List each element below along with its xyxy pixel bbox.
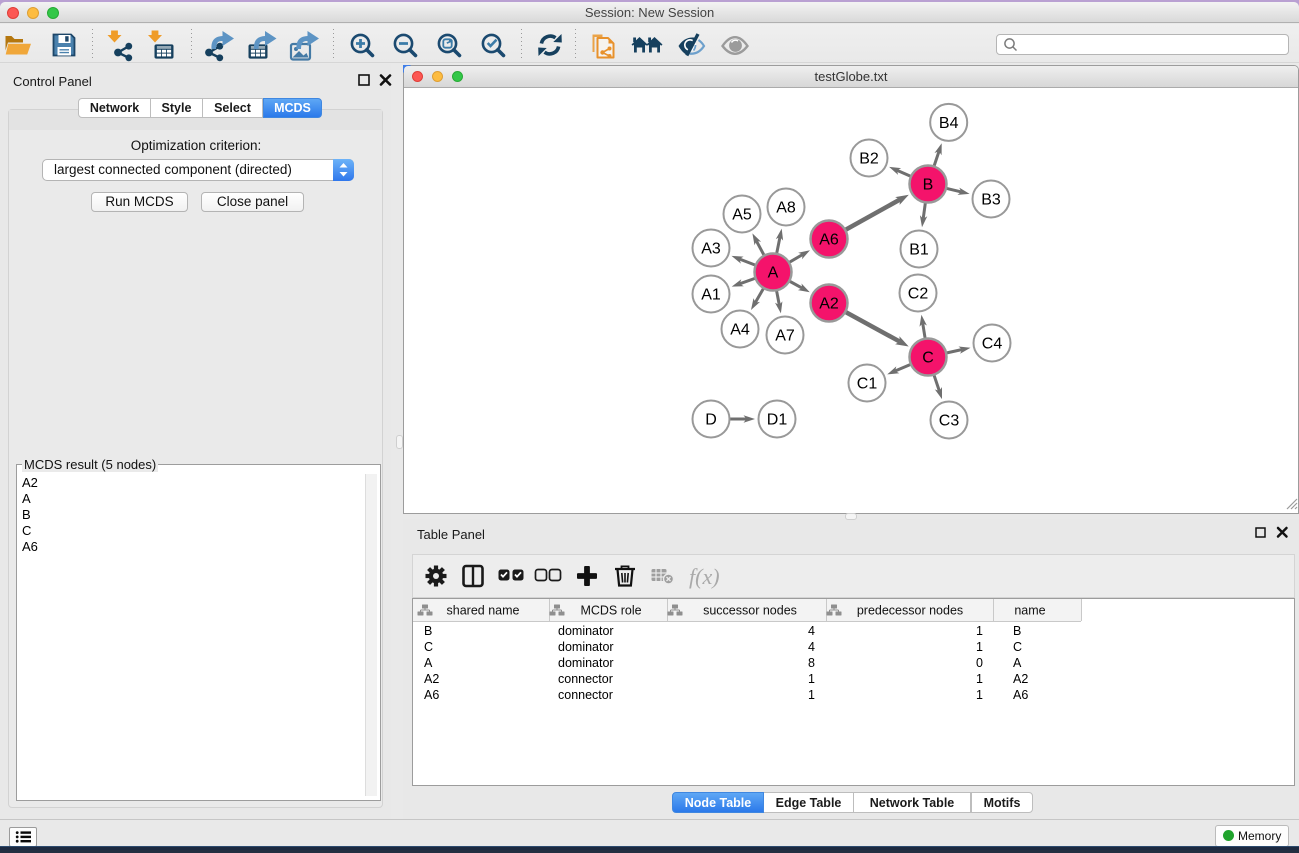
svg-text:B4: B4	[939, 115, 959, 132]
svg-text:A6: A6	[819, 232, 839, 249]
svg-text:A6: A6	[424, 688, 439, 702]
svg-text:8: 8	[808, 656, 815, 670]
svg-text:C3: C3	[939, 413, 960, 430]
svg-text:1: 1	[976, 624, 983, 638]
svg-text:B2: B2	[859, 151, 879, 168]
svg-text:1: 1	[976, 672, 983, 686]
svg-text:dominator: dominator	[558, 656, 614, 670]
svg-text:shared name: shared name	[447, 604, 520, 618]
svg-text:name: name	[1014, 604, 1045, 618]
svg-text:A2: A2	[424, 672, 439, 686]
svg-text:A1: A1	[701, 287, 721, 304]
svg-text:B1: B1	[909, 242, 929, 259]
svg-text:A8: A8	[776, 200, 796, 217]
svg-text:0: 0	[976, 656, 983, 670]
svg-text:D: D	[705, 412, 717, 429]
svg-text:A3: A3	[701, 241, 721, 258]
svg-text:C: C	[922, 350, 934, 367]
svg-text:A: A	[424, 656, 433, 670]
svg-text:predecessor nodes: predecessor nodes	[857, 604, 963, 618]
svg-text:A6: A6	[1013, 688, 1028, 702]
svg-text:B3: B3	[981, 192, 1001, 209]
svg-text:B: B	[424, 624, 432, 638]
svg-text:A2: A2	[819, 296, 839, 313]
svg-text:A4: A4	[730, 322, 750, 339]
svg-text:C: C	[1013, 640, 1022, 654]
svg-text:1: 1	[808, 688, 815, 702]
svg-text:dominator: dominator	[558, 640, 614, 654]
svg-text:connector: connector	[558, 672, 613, 686]
svg-text:dominator: dominator	[558, 624, 614, 638]
svg-text:connector: connector	[558, 688, 613, 702]
svg-text:1: 1	[976, 688, 983, 702]
svg-text:A2: A2	[1013, 672, 1028, 686]
svg-text:MCDS role: MCDS role	[580, 604, 641, 618]
svg-text:successor nodes: successor nodes	[703, 604, 797, 618]
svg-text:4: 4	[808, 640, 815, 654]
svg-text:C1: C1	[857, 376, 878, 393]
svg-text:B: B	[923, 177, 934, 194]
svg-text:1: 1	[808, 672, 815, 686]
svg-text:1: 1	[976, 640, 983, 654]
svg-text:C: C	[424, 640, 433, 654]
svg-text:A: A	[768, 265, 779, 282]
svg-text:D1: D1	[767, 412, 788, 429]
svg-text:B: B	[1013, 624, 1021, 638]
svg-text:A: A	[1013, 656, 1022, 670]
svg-text:f(x): f(x)	[689, 564, 720, 589]
svg-text:4: 4	[808, 624, 815, 638]
svg-text:A7: A7	[775, 328, 795, 345]
svg-text:C2: C2	[908, 286, 929, 303]
svg-text:C4: C4	[982, 336, 1003, 353]
svg-text:A5: A5	[732, 207, 752, 224]
